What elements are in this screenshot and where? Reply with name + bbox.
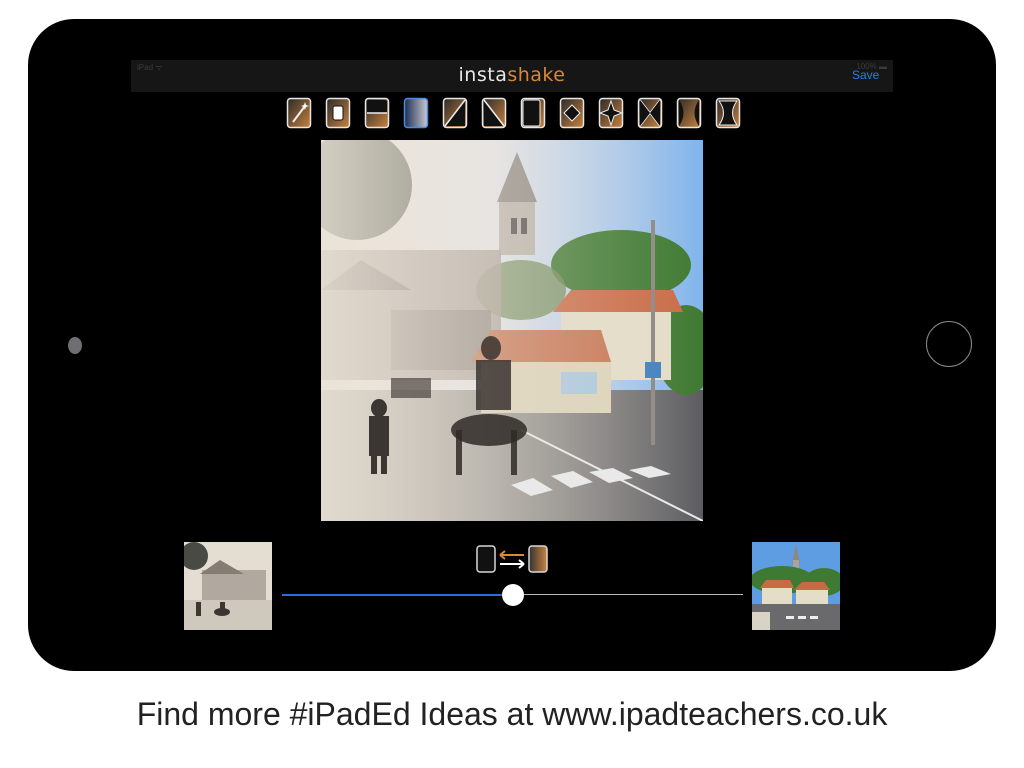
diamond-transition-icon[interactable] <box>559 97 585 129</box>
slider-track-filled <box>282 594 513 596</box>
curved-sides-transition-icon[interactable] <box>676 97 702 129</box>
magic-wand-icon[interactable] <box>286 97 312 129</box>
app-screen: iPad ᯤ 100% ▬ instashake Save <box>131 60 893 640</box>
transition-toolbar <box>286 97 741 131</box>
blended-photo <box>321 140 703 521</box>
diagonal-left-transition-icon[interactable] <box>442 97 468 129</box>
status-bar: iPad ᯤ 100% ▬ instashake Save <box>131 60 893 92</box>
center-box-transition-icon[interactable] <box>325 97 351 129</box>
vertical-gradient-transition-icon[interactable] <box>403 97 429 129</box>
old-photo-thumbnail[interactable] <box>184 542 272 630</box>
star-transition-icon[interactable] <box>598 97 624 129</box>
horizontal-split-transition-icon[interactable] <box>364 97 390 129</box>
hourglass-transition-icon[interactable] <box>715 97 741 129</box>
app-title: instashake <box>131 64 893 86</box>
camera-dot <box>68 337 82 354</box>
app-title-part2: shake <box>507 64 566 86</box>
cross-diagonal-transition-icon[interactable] <box>637 97 663 129</box>
blended-photo-image <box>321 140 703 521</box>
app-title-part1: insta <box>458 64 508 86</box>
blend-slider[interactable] <box>282 582 743 608</box>
new-photo-thumbnail[interactable] <box>752 542 840 630</box>
slider-track-empty <box>513 594 743 595</box>
old-photo-image <box>184 542 272 630</box>
new-photo-image <box>752 542 840 630</box>
diagonal-right-transition-icon[interactable] <box>481 97 507 129</box>
home-button[interactable] <box>926 321 972 367</box>
slider-thumb[interactable] <box>502 584 524 606</box>
footer-caption: Find more #iPadEd Ideas at www.ipadteach… <box>136 696 888 732</box>
swap-images-icon[interactable] <box>476 545 550 575</box>
save-button[interactable]: Save <box>852 68 879 82</box>
left-edge-transition-icon[interactable] <box>520 97 546 129</box>
